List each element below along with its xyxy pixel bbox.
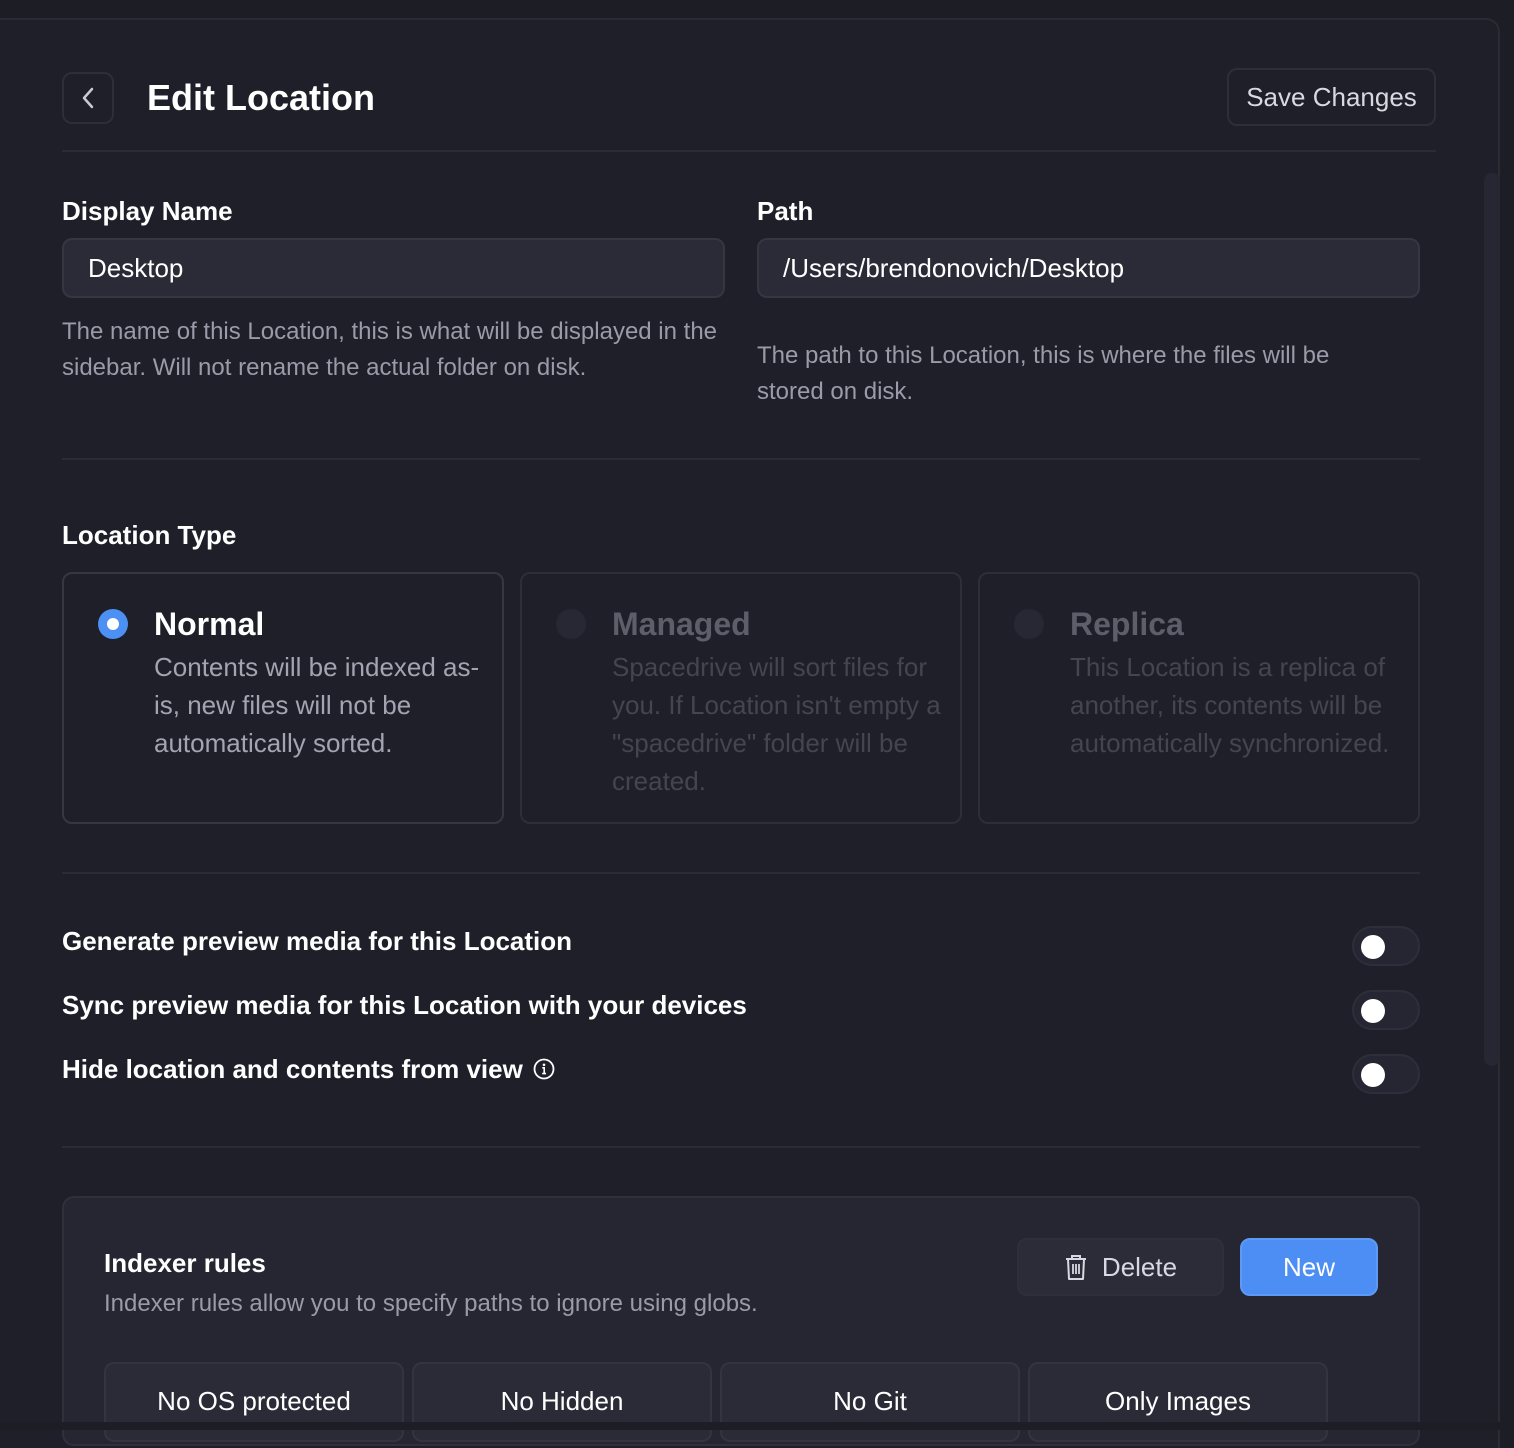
section-divider xyxy=(62,872,1420,874)
location-type-title-replica: Replica xyxy=(1070,606,1184,642)
radio-disabled xyxy=(1014,609,1044,639)
save-changes-button[interactable]: Save Changes xyxy=(1227,68,1436,126)
back-button[interactable] xyxy=(62,72,114,124)
section-divider xyxy=(62,1146,1420,1148)
indexer-rules-title: Indexer rules xyxy=(104,1248,266,1278)
generate-preview-label: Generate preview media for this Location xyxy=(62,925,572,957)
sync-preview-label: Sync preview media for this Location wit… xyxy=(62,989,747,1021)
header-divider xyxy=(62,150,1436,152)
rule-chip-only-images[interactable]: Only Images xyxy=(1028,1362,1328,1442)
location-type-title: Location Type xyxy=(62,520,237,550)
location-type-title-normal: Normal xyxy=(154,606,265,642)
location-type-title-managed: Managed xyxy=(612,606,751,642)
rule-chip-no-os-protected[interactable]: No OS protected xyxy=(104,1362,404,1442)
delete-button-label: Delete xyxy=(1101,1251,1178,1282)
toggle-label-text: Sync preview media for this Location wit… xyxy=(62,990,747,1020)
page-title: Edit Location xyxy=(147,77,375,118)
section-divider xyxy=(62,458,1420,460)
radio-selected[interactable] xyxy=(98,609,128,639)
location-type-desc-managed: Spacedrive will sort files for you. If L… xyxy=(612,652,941,796)
generate-preview-toggle[interactable] xyxy=(1352,926,1420,966)
chevron-left-icon xyxy=(82,87,94,109)
rule-chip-no-hidden[interactable]: No Hidden xyxy=(412,1362,712,1442)
radio-disabled xyxy=(556,609,586,639)
rule-chip-no-git[interactable]: No Git xyxy=(720,1362,1020,1442)
scrollbar[interactable] xyxy=(1484,173,1500,1066)
location-type-replica-card: Replica This Location is a replica of an… xyxy=(978,572,1420,824)
hide-location-label: Hide location and contents from view xyxy=(62,1053,555,1085)
location-type-desc-replica: This Location is a replica of another, i… xyxy=(1070,652,1390,758)
hide-location-toggle[interactable] xyxy=(1352,1054,1420,1094)
indexer-rules-description: Indexer rules allow you to specify paths… xyxy=(104,1290,758,1317)
toggle-knob xyxy=(1361,999,1385,1023)
display-name-help: The name of this Location, this is what … xyxy=(62,318,718,381)
path-input[interactable]: /Users/brendonovich/Desktop xyxy=(757,238,1420,298)
toggle-knob xyxy=(1361,1063,1385,1087)
display-name-label: Display Name xyxy=(62,196,233,226)
path-label: Path xyxy=(757,196,814,226)
location-type-normal-card[interactable]: Normal Contents will be indexed as-is, n… xyxy=(62,572,504,824)
toggle-knob xyxy=(1361,935,1385,959)
indexer-rules-panel: Indexer rules Indexer rules allow you to… xyxy=(62,1196,1420,1446)
delete-rule-button[interactable]: Delete xyxy=(1017,1238,1224,1296)
toggle-label-text: Generate preview media for this Location xyxy=(62,926,573,956)
viewport-bottom-edge xyxy=(0,1422,1514,1430)
location-type-desc-normal: Contents will be indexed as-is, new file… xyxy=(154,652,480,758)
info-icon[interactable] xyxy=(533,1058,555,1080)
new-rule-button[interactable]: New xyxy=(1240,1238,1378,1296)
toggle-label-text: Hide location and contents from view xyxy=(62,1054,523,1084)
sync-preview-toggle[interactable] xyxy=(1352,990,1420,1030)
location-type-managed-card: Managed Spacedrive will sort files for y… xyxy=(520,572,962,824)
display-name-input[interactable]: Desktop xyxy=(62,238,725,298)
path-help: The path to this Location, this is where… xyxy=(757,342,1330,405)
trash-icon xyxy=(1065,1255,1086,1280)
